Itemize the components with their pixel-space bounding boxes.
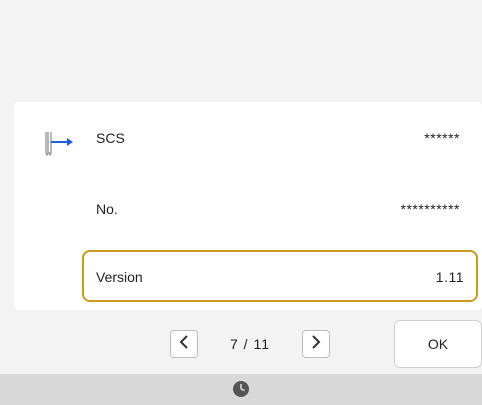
needle-thread-icon [40, 122, 90, 162]
number-value: ********** [400, 201, 460, 217]
number-label: No. [96, 201, 118, 217]
page-indicator: 7 / 11 [210, 336, 290, 352]
info-row-scs: SCS ****** [14, 116, 482, 160]
total-pages: 11 [253, 336, 270, 352]
version-label: Version [96, 269, 143, 285]
scs-label: SCS [96, 130, 125, 146]
scs-value: ****** [424, 130, 460, 146]
status-bar [0, 374, 482, 405]
version-value: 1.11 [435, 269, 464, 285]
next-page-button[interactable] [302, 330, 330, 358]
page-separator: / [243, 336, 249, 352]
chevron-right-icon [309, 334, 323, 355]
ok-button-label: OK [427, 336, 449, 352]
info-panel: SCS ****** No. ********** Version 1.11 [14, 102, 482, 310]
info-row-version: Version 1.11 [82, 250, 478, 302]
previous-page-button[interactable] [170, 330, 198, 358]
info-row-number: No. ********** [14, 187, 482, 231]
clock-icon[interactable] [232, 380, 250, 398]
top-area [0, 0, 482, 100]
chevron-left-icon [177, 334, 191, 355]
ok-button[interactable]: OK [394, 320, 482, 368]
current-page: 7 [229, 336, 239, 352]
